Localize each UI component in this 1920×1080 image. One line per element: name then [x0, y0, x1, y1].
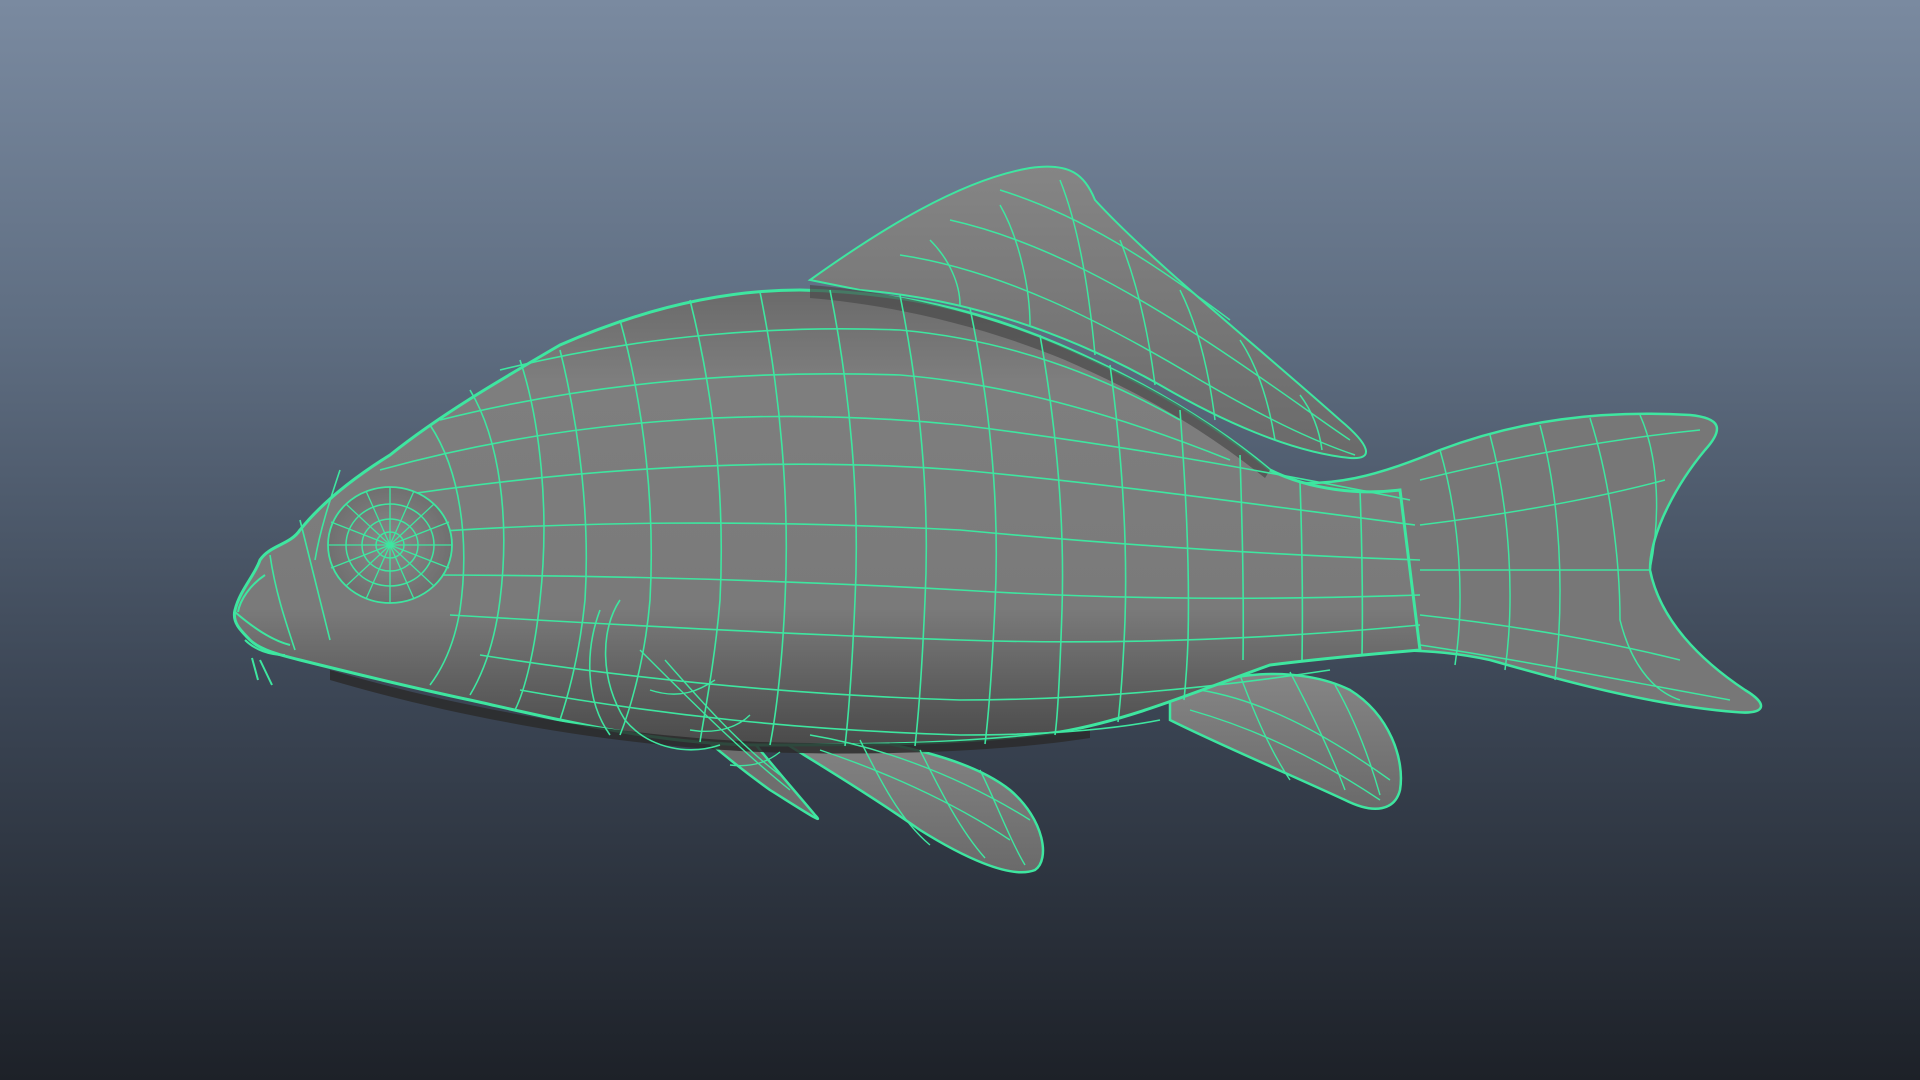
fish-model[interactable]	[232, 165, 1763, 874]
eye	[327, 486, 453, 604]
anal-fin	[1168, 672, 1403, 810]
viewport-canvas[interactable]	[0, 0, 1920, 1080]
3d-viewport[interactable]	[0, 0, 1920, 1080]
